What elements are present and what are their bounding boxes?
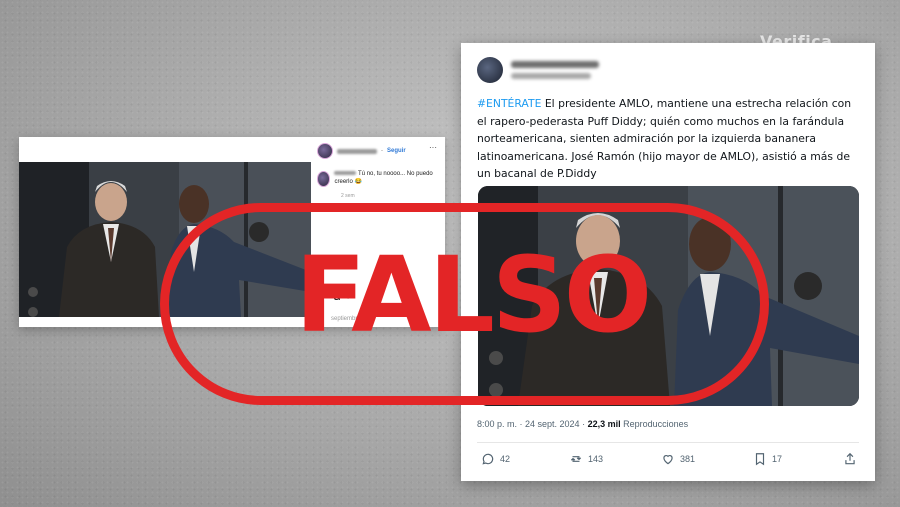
commenter-name-blurred — [334, 171, 357, 176]
commenter-avatar[interactable] — [317, 171, 331, 187]
tweet-action-bar: 42 143 381 17 — [481, 452, 861, 470]
tweet-metadata: 8:00 p. m. · 24 sept. 2024 · 22,3 mil Re… — [477, 419, 688, 429]
comment-time: 2 sem — [341, 193, 355, 199]
post-author: · Seguir — [317, 143, 406, 159]
like-button[interactable]: 381 — [661, 452, 695, 466]
views-label: Reproducciones — [620, 419, 689, 429]
bookmark-count: 17 — [772, 454, 783, 464]
tweet-timestamp[interactable]: 8:00 p. m. · 24 sept. 2024 · — [477, 419, 588, 429]
follow-button[interactable]: Seguir — [387, 148, 406, 154]
repost-button[interactable]: 143 — [569, 452, 603, 466]
falso-stamp-text: FALSO — [295, 234, 652, 356]
repost-icon — [570, 456, 582, 462]
heart-icon — [663, 455, 673, 465]
bookmark-button[interactable]: 17 — [753, 452, 782, 466]
hashtag-link[interactable]: #ENTÉRATE — [477, 97, 541, 110]
author-name-blurred — [337, 148, 377, 154]
reply-button[interactable]: 42 — [481, 452, 510, 466]
author-name-blurred — [511, 61, 599, 68]
like-count: 381 — [680, 454, 696, 464]
reply-icon — [482, 453, 494, 465]
repost-count: 143 — [588, 454, 604, 464]
author-avatar[interactable] — [317, 143, 333, 159]
share-icon — [845, 452, 855, 465]
author-handle-blurred — [511, 73, 591, 79]
views-count: 22,3 mil — [587, 419, 621, 429]
share-button[interactable] — [843, 452, 857, 466]
author-avatar[interactable] — [477, 57, 503, 83]
reply-count: 42 — [500, 454, 511, 464]
more-horizontal-icon[interactable]: ··· — [429, 143, 437, 152]
tweet-text: #ENTÉRATE El presidente AMLO, mantiene u… — [477, 95, 862, 183]
divider — [477, 442, 859, 443]
tweet-author — [477, 57, 599, 83]
bookmark-icon — [755, 453, 765, 466]
comment: Tú no, tu noooo... No puedo creerlo 😂 — [317, 171, 439, 187]
